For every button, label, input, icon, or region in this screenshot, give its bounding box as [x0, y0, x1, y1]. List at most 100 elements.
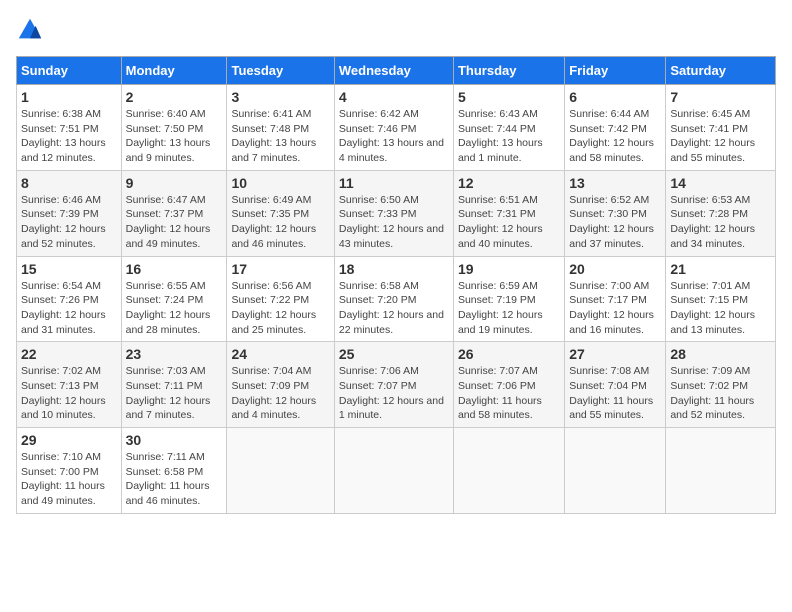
- day-info: Sunrise: 7:08 AMSunset: 7:04 PMDaylight:…: [569, 364, 661, 423]
- day-number: 28: [670, 346, 771, 362]
- day-number: 18: [339, 261, 449, 277]
- page-header: [16, 16, 776, 44]
- day-number: 24: [231, 346, 329, 362]
- day-number: 15: [21, 261, 117, 277]
- day-number: 5: [458, 89, 560, 105]
- day-number: 8: [21, 175, 117, 191]
- day-info: Sunrise: 6:38 AMSunset: 7:51 PMDaylight:…: [21, 107, 117, 166]
- calendar-table: SundayMondayTuesdayWednesdayThursdayFrid…: [16, 56, 776, 514]
- logo: [16, 16, 48, 44]
- day-info: Sunrise: 6:41 AMSunset: 7:48 PMDaylight:…: [231, 107, 329, 166]
- day-info: Sunrise: 6:51 AMSunset: 7:31 PMDaylight:…: [458, 193, 560, 252]
- calendar-cell: 7 Sunrise: 6:45 AMSunset: 7:41 PMDayligh…: [666, 85, 776, 171]
- day-number: 20: [569, 261, 661, 277]
- day-info: Sunrise: 6:45 AMSunset: 7:41 PMDaylight:…: [670, 107, 771, 166]
- calendar-cell: 2 Sunrise: 6:40 AMSunset: 7:50 PMDayligh…: [121, 85, 227, 171]
- day-number: 23: [126, 346, 223, 362]
- col-header-sunday: Sunday: [17, 57, 122, 85]
- day-number: 26: [458, 346, 560, 362]
- calendar-cell: 22 Sunrise: 7:02 AMSunset: 7:13 PMDaylig…: [17, 342, 122, 428]
- day-info: Sunrise: 7:01 AMSunset: 7:15 PMDaylight:…: [670, 279, 771, 338]
- day-info: Sunrise: 6:42 AMSunset: 7:46 PMDaylight:…: [339, 107, 449, 166]
- day-info: Sunrise: 6:52 AMSunset: 7:30 PMDaylight:…: [569, 193, 661, 252]
- day-number: 6: [569, 89, 661, 105]
- day-number: 11: [339, 175, 449, 191]
- day-number: 22: [21, 346, 117, 362]
- day-number: 7: [670, 89, 771, 105]
- calendar-cell: 27 Sunrise: 7:08 AMSunset: 7:04 PMDaylig…: [565, 342, 666, 428]
- day-number: 9: [126, 175, 223, 191]
- day-number: 19: [458, 261, 560, 277]
- col-header-saturday: Saturday: [666, 57, 776, 85]
- day-number: 12: [458, 175, 560, 191]
- day-info: Sunrise: 6:43 AMSunset: 7:44 PMDaylight:…: [458, 107, 560, 166]
- day-number: 1: [21, 89, 117, 105]
- day-info: Sunrise: 7:00 AMSunset: 7:17 PMDaylight:…: [569, 279, 661, 338]
- day-info: Sunrise: 7:11 AMSunset: 6:58 PMDaylight:…: [126, 450, 223, 509]
- day-info: Sunrise: 7:04 AMSunset: 7:09 PMDaylight:…: [231, 364, 329, 423]
- calendar-cell: 9 Sunrise: 6:47 AMSunset: 7:37 PMDayligh…: [121, 170, 227, 256]
- calendar-cell: 12 Sunrise: 6:51 AMSunset: 7:31 PMDaylig…: [453, 170, 564, 256]
- day-number: 4: [339, 89, 449, 105]
- day-number: 29: [21, 432, 117, 448]
- calendar-cell: 28 Sunrise: 7:09 AMSunset: 7:02 PMDaylig…: [666, 342, 776, 428]
- calendar-cell: [227, 428, 334, 514]
- calendar-cell: 15 Sunrise: 6:54 AMSunset: 7:26 PMDaylig…: [17, 256, 122, 342]
- day-info: Sunrise: 6:54 AMSunset: 7:26 PMDaylight:…: [21, 279, 117, 338]
- calendar-cell: 3 Sunrise: 6:41 AMSunset: 7:48 PMDayligh…: [227, 85, 334, 171]
- calendar-cell: [334, 428, 453, 514]
- day-number: 16: [126, 261, 223, 277]
- calendar-cell: 25 Sunrise: 7:06 AMSunset: 7:07 PMDaylig…: [334, 342, 453, 428]
- calendar-cell: 19 Sunrise: 6:59 AMSunset: 7:19 PMDaylig…: [453, 256, 564, 342]
- day-number: 17: [231, 261, 329, 277]
- day-info: Sunrise: 7:10 AMSunset: 7:00 PMDaylight:…: [21, 450, 117, 509]
- calendar-cell: 23 Sunrise: 7:03 AMSunset: 7:11 PMDaylig…: [121, 342, 227, 428]
- day-number: 14: [670, 175, 771, 191]
- day-number: 13: [569, 175, 661, 191]
- calendar-cell: 5 Sunrise: 6:43 AMSunset: 7:44 PMDayligh…: [453, 85, 564, 171]
- calendar-cell: 6 Sunrise: 6:44 AMSunset: 7:42 PMDayligh…: [565, 85, 666, 171]
- day-info: Sunrise: 6:59 AMSunset: 7:19 PMDaylight:…: [458, 279, 560, 338]
- col-header-tuesday: Tuesday: [227, 57, 334, 85]
- col-header-thursday: Thursday: [453, 57, 564, 85]
- day-number: 3: [231, 89, 329, 105]
- day-number: 2: [126, 89, 223, 105]
- day-info: Sunrise: 7:06 AMSunset: 7:07 PMDaylight:…: [339, 364, 449, 423]
- calendar-cell: 24 Sunrise: 7:04 AMSunset: 7:09 PMDaylig…: [227, 342, 334, 428]
- day-info: Sunrise: 7:07 AMSunset: 7:06 PMDaylight:…: [458, 364, 560, 423]
- day-info: Sunrise: 6:49 AMSunset: 7:35 PMDaylight:…: [231, 193, 329, 252]
- day-info: Sunrise: 7:09 AMSunset: 7:02 PMDaylight:…: [670, 364, 771, 423]
- day-info: Sunrise: 6:46 AMSunset: 7:39 PMDaylight:…: [21, 193, 117, 252]
- calendar-cell: 30 Sunrise: 7:11 AMSunset: 6:58 PMDaylig…: [121, 428, 227, 514]
- day-number: 21: [670, 261, 771, 277]
- day-number: 25: [339, 346, 449, 362]
- calendar-cell: 16 Sunrise: 6:55 AMSunset: 7:24 PMDaylig…: [121, 256, 227, 342]
- calendar-cell: 4 Sunrise: 6:42 AMSunset: 7:46 PMDayligh…: [334, 85, 453, 171]
- day-info: Sunrise: 6:47 AMSunset: 7:37 PMDaylight:…: [126, 193, 223, 252]
- calendar-cell: [565, 428, 666, 514]
- day-info: Sunrise: 7:02 AMSunset: 7:13 PMDaylight:…: [21, 364, 117, 423]
- calendar-cell: 17 Sunrise: 6:56 AMSunset: 7:22 PMDaylig…: [227, 256, 334, 342]
- calendar-cell: [666, 428, 776, 514]
- calendar-cell: 10 Sunrise: 6:49 AMSunset: 7:35 PMDaylig…: [227, 170, 334, 256]
- calendar-cell: 14 Sunrise: 6:53 AMSunset: 7:28 PMDaylig…: [666, 170, 776, 256]
- day-info: Sunrise: 6:56 AMSunset: 7:22 PMDaylight:…: [231, 279, 329, 338]
- calendar-cell: 18 Sunrise: 6:58 AMSunset: 7:20 PMDaylig…: [334, 256, 453, 342]
- day-info: Sunrise: 6:55 AMSunset: 7:24 PMDaylight:…: [126, 279, 223, 338]
- calendar-cell: 29 Sunrise: 7:10 AMSunset: 7:00 PMDaylig…: [17, 428, 122, 514]
- day-info: Sunrise: 6:53 AMSunset: 7:28 PMDaylight:…: [670, 193, 771, 252]
- day-info: Sunrise: 7:03 AMSunset: 7:11 PMDaylight:…: [126, 364, 223, 423]
- day-info: Sunrise: 6:58 AMSunset: 7:20 PMDaylight:…: [339, 279, 449, 338]
- logo-icon: [16, 16, 44, 44]
- day-info: Sunrise: 6:40 AMSunset: 7:50 PMDaylight:…: [126, 107, 223, 166]
- col-header-monday: Monday: [121, 57, 227, 85]
- day-number: 10: [231, 175, 329, 191]
- day-info: Sunrise: 6:50 AMSunset: 7:33 PMDaylight:…: [339, 193, 449, 252]
- calendar-cell: 8 Sunrise: 6:46 AMSunset: 7:39 PMDayligh…: [17, 170, 122, 256]
- col-header-wednesday: Wednesday: [334, 57, 453, 85]
- day-number: 27: [569, 346, 661, 362]
- calendar-cell: 1 Sunrise: 6:38 AMSunset: 7:51 PMDayligh…: [17, 85, 122, 171]
- calendar-cell: 11 Sunrise: 6:50 AMSunset: 7:33 PMDaylig…: [334, 170, 453, 256]
- day-number: 30: [126, 432, 223, 448]
- calendar-cell: 13 Sunrise: 6:52 AMSunset: 7:30 PMDaylig…: [565, 170, 666, 256]
